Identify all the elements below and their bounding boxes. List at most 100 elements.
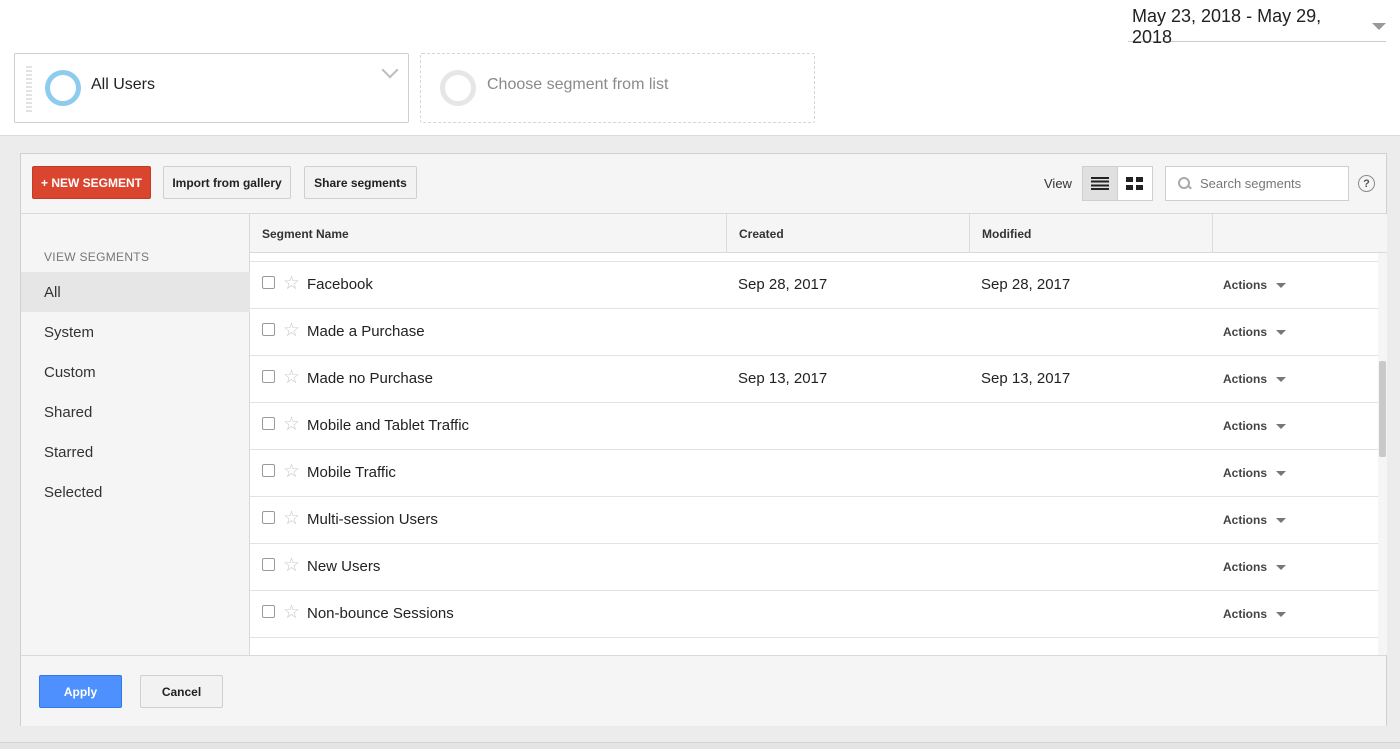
chevron-down-icon[interactable] [381,61,399,79]
star-icon[interactable]: ☆ [283,556,300,575]
star-icon[interactable]: ☆ [283,274,300,293]
sidebar-item-starred[interactable]: Starred [21,432,250,472]
caret-down-icon [1276,282,1287,288]
actions-dropdown[interactable]: Actions [1223,607,1287,621]
column-header-actions [1213,214,1387,253]
view-segments-sidebar: VIEW SEGMENTS All System Custom Shared S… [21,214,250,655]
actions-label: Actions [1223,607,1268,621]
caret-down-icon [1276,564,1287,570]
drag-handle[interactable] [26,66,32,112]
actions-label: Actions [1223,560,1268,574]
top-bar: May 23, 2018 - May 29, 2018 All Users Ch… [0,0,1400,136]
segment-name[interactable]: Made a Purchase [307,323,425,340]
star-icon[interactable]: ☆ [283,415,300,434]
column-header-created[interactable]: Created [727,214,970,253]
sidebar-item-custom[interactable]: Custom [21,352,250,392]
created-date: Sep 13, 2017 [738,370,828,387]
empty-donut-icon [440,70,476,106]
list-view-button[interactable] [1083,167,1118,200]
star-icon[interactable]: ☆ [283,368,300,387]
segment-picker-panel: + NEW SEGMENT Import from gallery Share … [20,153,1387,726]
star-icon[interactable]: ☆ [283,603,300,622]
segment-name[interactable]: New Users [307,558,380,575]
table-row[interactable]: ☆ Mobile Traffic Actions [250,450,1378,497]
segment-name[interactable]: Made no Purchase [307,370,433,387]
table-row[interactable]: ☆ Non-bounce Sessions Actions [250,591,1378,638]
actions-dropdown[interactable]: Actions [1223,560,1287,574]
search-segments-box [1165,166,1349,201]
checkbox-icon[interactable] [262,605,275,618]
table-row[interactable]: ☆ Made no Purchase Sep 13, 2017 Sep 13, 201… [250,356,1378,403]
sidebar-item-shared[interactable]: Shared [21,392,250,432]
checkbox-icon[interactable] [262,370,275,383]
search-icon [1178,177,1191,190]
sidebar-item-selected[interactable]: Selected [21,472,250,512]
view-label: View [1044,176,1072,191]
table-row[interactable]: ☆ Mobile and Tablet Traffic Actions [250,403,1378,450]
caret-down-icon [1276,517,1287,523]
actions-dropdown[interactable]: Actions [1223,419,1287,433]
import-from-gallery-button[interactable]: Import from gallery [163,166,291,199]
caret-down-icon [1276,470,1287,476]
checkbox-icon[interactable] [262,511,275,524]
grid-view-button[interactable] [1118,167,1153,200]
column-header-segment-name[interactable]: Segment Name [250,214,727,253]
actions-label: Actions [1223,419,1268,433]
caret-down-icon [1276,611,1287,617]
actions-label: Actions [1223,513,1268,527]
checkbox-icon[interactable] [262,276,275,289]
cancel-button[interactable]: Cancel [140,675,223,708]
checkbox-icon[interactable] [262,323,275,336]
segment-name[interactable]: Mobile and Tablet Traffic [307,417,469,434]
segment-card-all-users[interactable]: All Users [14,53,409,123]
apply-button[interactable]: Apply [39,675,122,708]
actions-label: Actions [1223,466,1268,480]
checkbox-icon[interactable] [262,558,275,571]
checkbox-icon[interactable] [262,417,275,430]
grid-view-icon [1126,177,1144,190]
segment-name[interactable]: Multi-session Users [307,511,438,528]
help-icon[interactable]: ? [1358,175,1375,192]
checkbox-icon[interactable] [262,464,275,477]
actions-dropdown[interactable]: Actions [1223,513,1287,527]
table-row[interactable]: ☆ Multi-session Users Actions [250,497,1378,544]
created-date: Sep 28, 2017 [738,276,828,293]
table-row[interactable]: ☆ Made a Purchase Actions [250,309,1378,356]
segment-name[interactable]: Mobile Traffic [307,464,396,481]
sidebar-heading: VIEW SEGMENTS [44,250,150,264]
view-toggle [1082,166,1153,201]
segment-donut-icon [45,70,81,106]
caret-down-icon [1276,329,1287,335]
caret-down-icon [1372,23,1386,30]
caret-down-icon [1276,376,1287,382]
segment-name[interactable]: Facebook [307,276,373,293]
segments-table: Segment Name Created Modified ☆Direct Tr… [250,214,1387,655]
scrollbar-thumb[interactable] [1379,361,1386,457]
column-header-modified[interactable]: Modified [970,214,1213,253]
table-row[interactable]: ☆ Facebook Sep 28, 2017 Sep 28, 2017 Actions [250,262,1378,309]
segment-label: All Users [91,76,156,93]
segment-name[interactable]: Non-bounce Sessions [307,605,454,622]
sidebar-item-system[interactable]: System [21,312,250,352]
star-icon[interactable]: ☆ [283,462,300,481]
list-view-icon [1090,177,1109,190]
actions-dropdown[interactable]: Actions [1223,372,1287,386]
actions-dropdown[interactable]: Actions [1223,278,1287,292]
star-icon[interactable]: ☆ [283,509,300,528]
actions-dropdown[interactable]: Actions [1223,325,1287,339]
search-segments-input[interactable] [1200,176,1340,191]
actions-label: Actions [1223,325,1268,339]
table-row[interactable]: ☆ New Users Actions [250,544,1378,591]
actions-dropdown[interactable]: Actions [1223,466,1287,480]
actions-label: Actions [1223,372,1268,386]
share-segments-button[interactable]: Share segments [304,166,417,199]
sidebar-item-all[interactable]: All [21,272,250,312]
panel-toolbar: + NEW SEGMENT Import from gallery Share … [21,154,1386,214]
table-header: Segment Name Created Modified [250,214,1387,253]
scrollbar[interactable] [1378,253,1387,655]
modified-date: Sep 28, 2017 [981,276,1071,293]
star-icon[interactable]: ☆ [283,321,300,340]
date-range-picker[interactable]: May 23, 2018 - May 29, 2018 [1128,6,1386,47]
new-segment-button[interactable]: + NEW SEGMENT [32,166,151,199]
segment-card-empty[interactable]: Choose segment from list [420,53,815,123]
